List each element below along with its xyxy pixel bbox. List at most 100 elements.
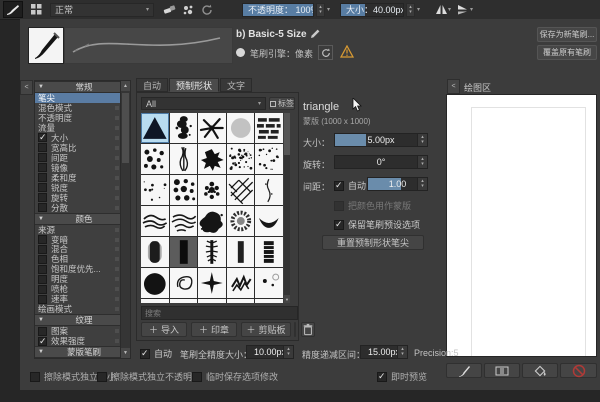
brush-tip-mound[interactable]	[226, 299, 255, 303]
scroll-thumb[interactable]	[284, 113, 290, 155]
full-size-spinbox[interactable]: 10.00px ▴ ▾	[246, 345, 294, 359]
option-checkbox[interactable]	[38, 203, 47, 213]
checkbox[interactable]	[192, 371, 202, 382]
brush-tip-dots-cluster[interactable]	[198, 175, 226, 205]
brush-tip-inkblot[interactable]	[198, 206, 226, 236]
brush-tip-dots-big[interactable]	[169, 175, 198, 205]
option-checkbox[interactable]	[38, 264, 47, 274]
options-item[interactable]: 效果强度	[35, 336, 130, 347]
tip-rotation-spinbox[interactable]: 0° ▴ ▾	[334, 155, 428, 169]
preset-preview-button[interactable]	[181, 2, 195, 17]
brush-tip-roughpatch[interactable]	[226, 206, 255, 236]
option-checkbox[interactable]	[38, 294, 47, 304]
option-checkbox[interactable]	[38, 284, 47, 294]
brush-tip-bar-dark[interactable]	[169, 237, 198, 267]
spin-stepper[interactable]: ▴ ▾	[417, 156, 427, 168]
brush-tip-leaf[interactable]	[198, 113, 226, 143]
option-checkbox[interactable]	[38, 235, 47, 245]
brush-tip-scribble[interactable]	[141, 206, 169, 236]
clipboard-button[interactable]: ＋剪贴板	[241, 322, 291, 337]
checkbox[interactable]	[97, 371, 107, 382]
option-checkbox[interactable]	[38, 336, 47, 347]
brush-editor-logo[interactable]	[3, 1, 23, 18]
reload-preset-button[interactable]	[200, 2, 214, 17]
scratchpad-fill-button[interactable]	[522, 363, 558, 378]
blend-mode-select[interactable]: 正常 ▾	[50, 2, 154, 17]
options-section-header[interactable]: ▼ 蒙版笔刷	[35, 346, 130, 358]
scratchpad-paint-button[interactable]	[446, 363, 482, 378]
tab-文字[interactable]: 文字	[220, 78, 253, 92]
save-new-brush-button[interactable]: 保存为新笔刷...	[537, 27, 597, 42]
tip-size-spinbox[interactable]: 5.00px ▴ ▾	[334, 133, 428, 147]
tab-预制形状[interactable]: 预制形状	[169, 78, 220, 92]
spin-stepper[interactable]: ▴ ▾	[397, 346, 407, 358]
mirror-vertical-button[interactable]	[456, 2, 470, 17]
size-options-icon[interactable]: ▾	[417, 3, 420, 17]
option-checkbox[interactable]	[38, 274, 47, 284]
options-section-header[interactable]: ▼ 纹理	[35, 314, 130, 327]
spin-stepper[interactable]: ▴ ▾	[417, 134, 427, 146]
brush-tip-swirl[interactable]	[169, 268, 198, 298]
size-stepper[interactable]: ▴ ▾	[406, 2, 416, 17]
options-item[interactable]: 间距	[35, 153, 130, 163]
options-item[interactable]: 喷枪	[35, 284, 130, 294]
options-item[interactable]: 流量	[35, 123, 130, 133]
reset-tip-button[interactable]: 重置预制形状笔尖	[322, 235, 424, 250]
mirror-vertical-options-icon[interactable]: ▾	[470, 3, 473, 17]
brush-tip-crescent[interactable]	[255, 206, 283, 236]
delete-tip-button[interactable]	[301, 322, 315, 337]
tag-button[interactable]: 标签	[269, 97, 295, 110]
mirror-horizontal-options-icon[interactable]: ▾	[448, 3, 451, 17]
import-button[interactable]: ＋导入	[141, 322, 187, 337]
brush-tip-scribble2[interactable]	[169, 206, 198, 236]
scroll-down-icon[interactable]: ▼	[121, 348, 130, 358]
brush-tip-bar-thin[interactable]	[226, 237, 255, 267]
options-item[interactable]: 来源	[35, 225, 130, 235]
scratchpad-clear-button[interactable]	[560, 363, 597, 378]
spacing-auto-checkbox[interactable]: 自动	[334, 179, 366, 192]
options-item[interactable]: 分散	[35, 203, 130, 213]
collapse-options-button[interactable]: <	[20, 80, 33, 95]
options-item[interactable]: 混合	[35, 244, 130, 254]
options-item[interactable]: 饱和度优先...	[35, 264, 130, 274]
brush-tip-bar-soft[interactable]	[141, 237, 169, 267]
keep-preset-settings-checkbox[interactable]: 保留笔刷预设选项	[334, 218, 420, 231]
opacity-slider[interactable]: 不透明度： 100%	[242, 2, 314, 17]
checkbox-checked[interactable]	[334, 180, 344, 191]
precision-auto-checkbox[interactable]: 自动	[140, 347, 172, 360]
tip-spacing-spinbox[interactable]: 1.00 ▴ ▾	[367, 177, 428, 191]
option-checkbox[interactable]	[38, 143, 47, 153]
option-checkbox[interactable]	[38, 163, 47, 173]
scroll-thumb[interactable]	[122, 93, 129, 163]
brush-tip-bar-steps[interactable]	[255, 237, 283, 267]
options-item[interactable]: 变暗	[35, 235, 130, 245]
option-checkbox[interactable]	[38, 254, 47, 264]
preset-chooser-button[interactable]	[29, 2, 43, 17]
checkbox-checked[interactable]	[140, 348, 150, 359]
options-item[interactable]: 锐度	[35, 183, 130, 193]
brush-tip-sparkle[interactable]	[198, 268, 226, 298]
options-item[interactable]: 明度	[35, 274, 130, 284]
mirror-horizontal-button[interactable]	[434, 2, 448, 17]
checkbox-checked[interactable]	[334, 219, 344, 230]
brush-tip-grass[interactable]	[169, 299, 198, 303]
opacity-options-icon[interactable]: ▾	[327, 3, 330, 17]
brush-tip-scratchpatch[interactable]	[226, 268, 255, 298]
scratchpad-fill-gradient-button[interactable]	[484, 363, 520, 378]
brush-tip-claws[interactable]	[198, 299, 226, 303]
brush-tip-splatter[interactable]	[169, 113, 198, 143]
brush-tip-specks-sparse[interactable]	[255, 144, 283, 174]
reload-engine-button[interactable]	[318, 45, 333, 60]
size-slider[interactable]: 大小：40.00px	[340, 2, 405, 17]
brush-tip-scratch[interactable]	[169, 144, 198, 174]
spin-stepper[interactable]: ▴ ▾	[417, 178, 427, 190]
options-item[interactable]: 绘画模式	[35, 304, 130, 314]
fade-spinbox[interactable]: 15.00px ▴ ▾	[360, 345, 408, 359]
option-checkbox[interactable]	[38, 132, 47, 143]
brush-tip-inksplat[interactable]	[198, 144, 226, 174]
brush-tip-triangle[interactable]	[141, 113, 169, 143]
brush-tip-circle[interactable]	[226, 113, 255, 143]
option-checkbox[interactable]	[38, 153, 47, 163]
option-checkbox[interactable]	[38, 193, 47, 203]
brush-tip-specks-few[interactable]	[141, 175, 169, 205]
